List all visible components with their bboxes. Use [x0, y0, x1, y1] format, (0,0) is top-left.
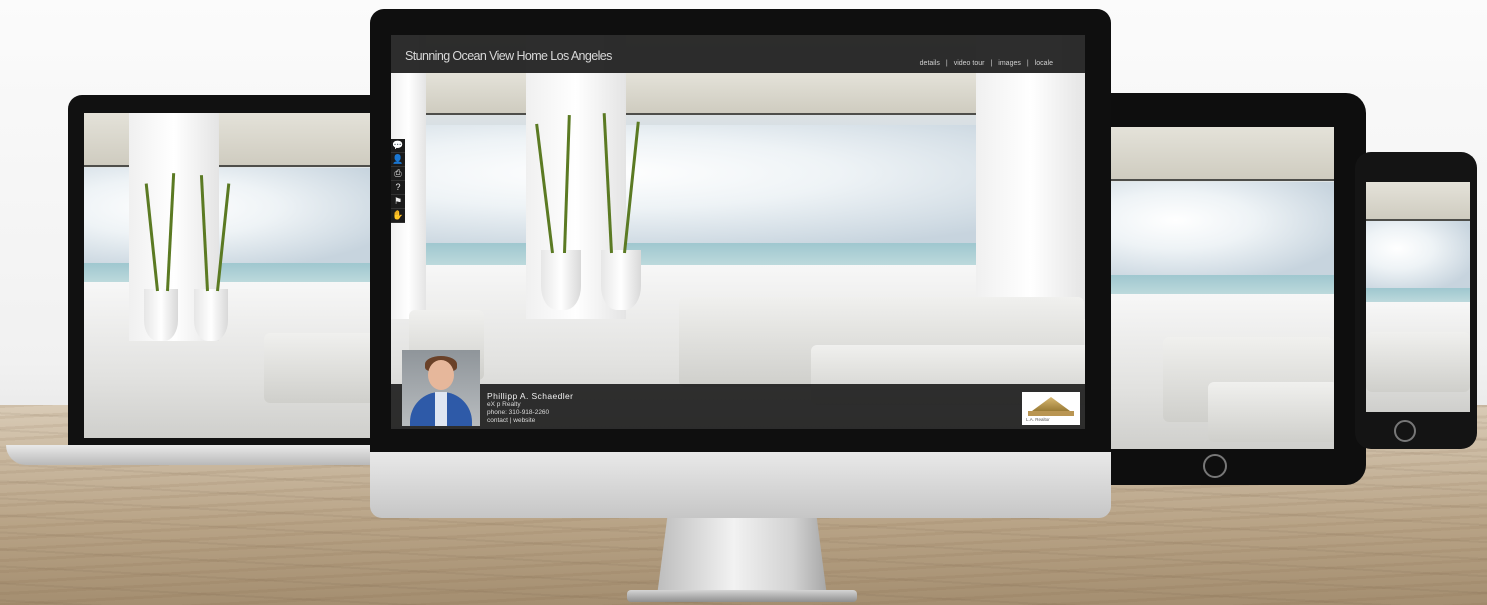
listing-website: Stunning Ocean View Home Los Angeles det…: [391, 35, 1085, 429]
flag-icon[interactable]: ⚑: [391, 195, 405, 209]
agent-phone: phone: 310-918-2260: [487, 409, 550, 416]
agent-name: Phillipp A. Schaedler: [487, 391, 574, 401]
nav-separator: |: [945, 60, 948, 67]
hero-photo[interactable]: [391, 35, 1085, 429]
nav-separator: |: [1026, 60, 1029, 67]
imac-stand: [657, 518, 827, 596]
printer-icon[interactable]: ⎙: [391, 167, 405, 181]
contact-card-icon[interactable]: 👤: [391, 153, 405, 167]
laptop-base: [6, 445, 406, 465]
nav-locale[interactable]: locale: [1035, 60, 1053, 67]
laptop-screen-photo: [84, 113, 384, 438]
phone-screen-photo: [1366, 182, 1470, 412]
imac-chin: [370, 452, 1111, 518]
tablet-screen-photo: [1108, 127, 1334, 449]
phone-home-button: [1394, 420, 1416, 442]
avatar: [402, 350, 480, 426]
hand-icon[interactable]: ✋: [391, 209, 405, 223]
agent-links[interactable]: contact | website: [487, 417, 535, 424]
nav-images[interactable]: images: [998, 60, 1021, 67]
main-nav: details | video tour | images | locale: [920, 60, 1053, 67]
question-icon[interactable]: ?: [391, 181, 405, 195]
side-toolbar: 💬 👤 ⎙ ? ⚑ ✋: [391, 139, 405, 223]
listing-title: Stunning Ocean View Home Los Angeles: [405, 49, 612, 63]
agent-company: eX p Realty: [487, 401, 521, 408]
realtor-logo[interactable]: L.A. Realtor: [1022, 392, 1080, 425]
nav-separator: |: [990, 60, 993, 67]
nav-details[interactable]: details: [920, 60, 940, 67]
logo-text: L.A. Realtor: [1026, 417, 1050, 422]
speech-bubble-icon[interactable]: 💬: [391, 139, 405, 153]
imac-foot: [627, 590, 857, 602]
nav-video-tour[interactable]: video tour: [954, 60, 985, 67]
site-header: Stunning Ocean View Home Los Angeles det…: [391, 35, 1085, 73]
tablet-home-button: [1203, 454, 1227, 478]
